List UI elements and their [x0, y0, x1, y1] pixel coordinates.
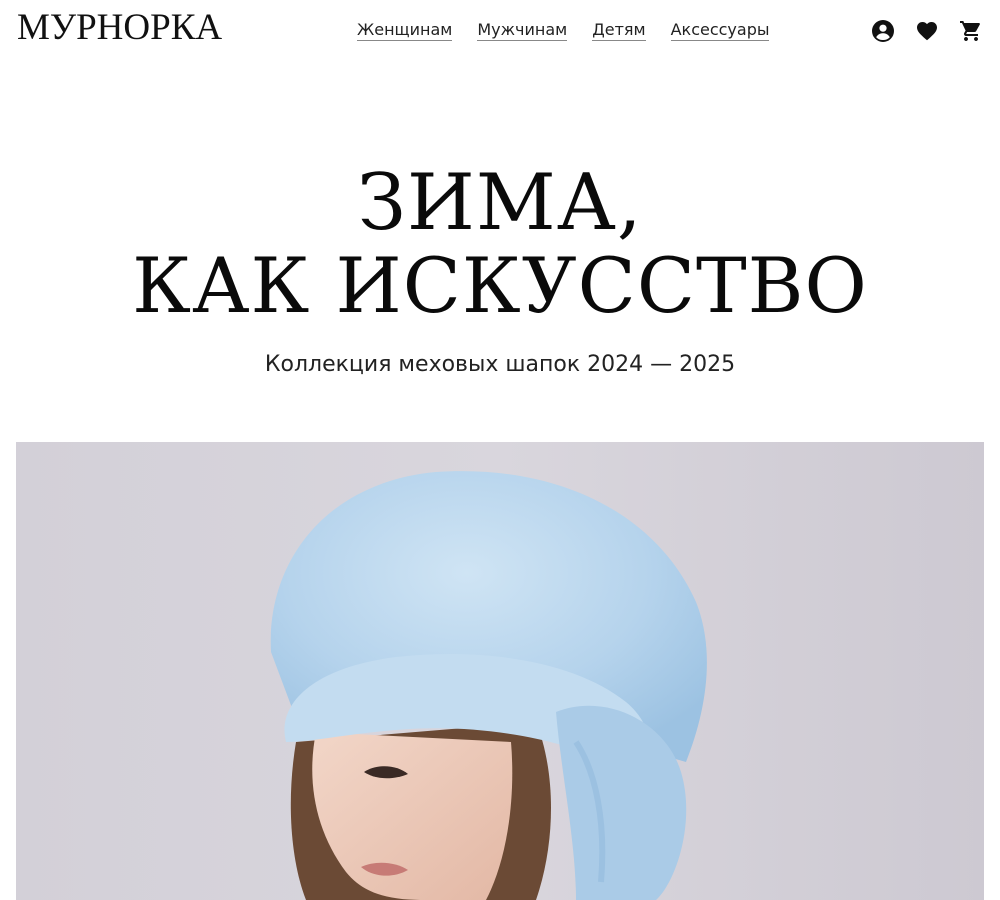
site-logo[interactable]: МУРНОРКА	[17, 6, 222, 49]
hero-title: ЗИМА, КАК ИСКУССТВО	[0, 160, 1000, 326]
hero-title-line-2: КАК ИСКУССТВО	[132, 241, 868, 330]
nav-link-accessories[interactable]: Аксессуары	[670, 21, 770, 41]
nav-link-men[interactable]: Мужчинам	[477, 21, 568, 41]
hero-title-line-1: ЗИМА,	[357, 158, 643, 248]
hero-subtitle: Коллекция меховых шапок 2024 — 2025	[264, 352, 736, 377]
nav-link-kids[interactable]: Детям	[592, 21, 646, 41]
cart-icon[interactable]	[959, 19, 983, 43]
account-icon[interactable]	[871, 19, 895, 43]
hero-photo-illustration	[16, 442, 984, 900]
site-header: МУРНОРКА Женщинам Мужчинам Детям Аксессу…	[0, 0, 1000, 64]
hero-photo[interactable]	[16, 442, 984, 900]
header-actions	[871, 19, 983, 43]
heart-icon[interactable]	[915, 19, 939, 43]
nav-link-women[interactable]: Женщинам	[357, 21, 453, 41]
main-nav: Женщинам Мужчинам Детям Аксессуары	[357, 21, 770, 41]
